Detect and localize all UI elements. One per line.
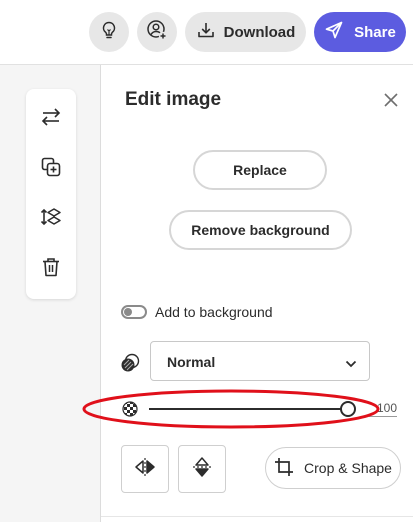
swap-button[interactable] — [39, 107, 63, 131]
add-to-background-toggle[interactable] — [121, 305, 147, 319]
opacity-slider-track[interactable] — [149, 408, 347, 410]
opacity-value[interactable]: 100 — [369, 401, 397, 417]
duplicate-icon — [40, 156, 62, 183]
blend-mode-dropdown[interactable]: Normal — [150, 341, 370, 381]
opacity-checker-icon — [122, 401, 138, 417]
panel-title: Edit image — [125, 89, 222, 110]
delete-button[interactable] — [39, 257, 63, 281]
send-icon — [324, 20, 344, 44]
close-icon — [384, 92, 398, 112]
remove-background-button[interactable]: Remove background — [169, 210, 352, 250]
flip-vertical-icon — [192, 456, 212, 483]
share-button[interactable]: Share — [314, 12, 406, 52]
trash-icon — [40, 256, 62, 283]
flip-horizontal-button[interactable] — [121, 445, 169, 493]
crop-icon — [274, 457, 294, 480]
opacity-slider-thumb[interactable] — [340, 401, 356, 417]
add-to-background-label: Add to background — [155, 304, 273, 320]
crop-and-shape-label: Crop & Shape — [304, 460, 392, 476]
top-header: Download Share — [0, 0, 413, 64]
blend-mode-icon — [120, 353, 140, 373]
close-panel-button[interactable] — [381, 92, 401, 112]
crop-and-shape-button[interactable]: Crop & Shape — [265, 447, 401, 489]
swap-icon — [40, 106, 62, 133]
download-icon — [196, 20, 216, 44]
download-button[interactable]: Download — [185, 12, 306, 52]
edit-image-panel: Edit image Replace Remove background Add… — [100, 65, 413, 522]
download-label: Download — [223, 23, 296, 41]
toggle-knob — [124, 308, 132, 316]
invite-user-button[interactable] — [137, 12, 177, 52]
lightbulb-icon — [99, 20, 119, 45]
flip-horizontal-icon — [134, 457, 156, 482]
layer-arrange-icon — [40, 206, 62, 233]
arrange-layers-button[interactable] — [39, 207, 63, 231]
panel-bottom-divider — [101, 516, 413, 517]
replace-button[interactable]: Replace — [193, 150, 327, 190]
chevron-down-icon — [345, 356, 357, 368]
left-toolbar — [26, 89, 76, 299]
flip-vertical-button[interactable] — [178, 445, 226, 493]
blend-mode-value: Normal — [167, 354, 216, 370]
lightbulb-button[interactable] — [89, 12, 129, 52]
add-user-icon — [146, 19, 168, 46]
duplicate-button[interactable] — [39, 157, 63, 181]
share-label: Share — [354, 23, 396, 41]
